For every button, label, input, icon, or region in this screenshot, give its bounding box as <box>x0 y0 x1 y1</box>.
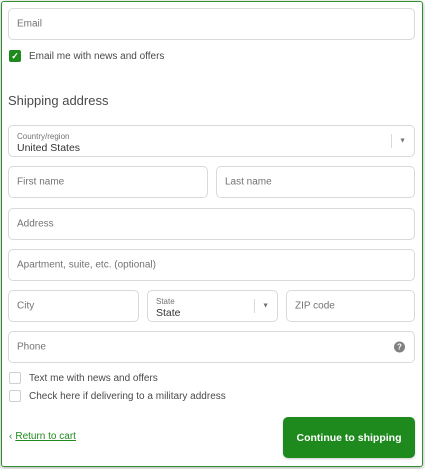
text-news-option[interactable]: Text me with news and offers <box>9 372 158 384</box>
apartment-placeholder: Apartment, suite, etc. (optional) <box>17 259 156 271</box>
email-placeholder: Email <box>17 18 43 30</box>
city-placeholder: City <box>17 300 35 312</box>
address-field[interactable]: Address <box>8 208 415 240</box>
chevron-down-icon: ▼ <box>262 302 269 310</box>
return-to-cart-link[interactable]: ‹ Return to cart <box>9 431 76 442</box>
check-icon: ✓ <box>11 50 19 61</box>
state-select[interactable]: State State ▼ <box>147 290 278 322</box>
phone-field[interactable]: Phone ? <box>8 331 415 363</box>
military-address-label: Check here if delivering to a military a… <box>29 390 226 402</box>
country-value: United States <box>17 142 81 154</box>
return-to-cart-label: Return to cart <box>15 431 76 442</box>
email-news-label: Email me with news and offers <box>29 50 165 62</box>
zip-placeholder: ZIP code <box>295 300 335 312</box>
country-select[interactable]: Country/region United States ▼ <box>8 125 415 157</box>
select-divider <box>254 299 255 313</box>
first-name-placeholder: First name <box>17 176 65 188</box>
last-name-field[interactable]: Last name <box>216 166 415 198</box>
email-news-checkbox[interactable]: ✓ <box>9 50 21 62</box>
continue-to-shipping-button[interactable]: Continue to shipping <box>283 417 415 458</box>
help-circle-icon[interactable]: ? <box>394 341 405 353</box>
text-news-checkbox[interactable] <box>9 372 21 384</box>
email-news-option[interactable]: ✓ Email me with news and offers <box>9 50 164 62</box>
country-label: Country/region <box>17 132 70 141</box>
state-value: State <box>156 307 181 319</box>
phone-placeholder: Phone <box>17 341 46 353</box>
military-address-checkbox[interactable] <box>9 390 21 402</box>
continue-button-label: Continue to shipping <box>296 431 402 444</box>
last-name-placeholder: Last name <box>225 176 272 188</box>
city-field[interactable]: City <box>8 290 139 322</box>
chevron-left-icon: ‹ <box>9 431 13 442</box>
address-placeholder: Address <box>17 218 54 230</box>
military-address-option[interactable]: Check here if delivering to a military a… <box>9 390 226 402</box>
apartment-field[interactable]: Apartment, suite, etc. (optional) <box>8 249 415 281</box>
select-divider <box>391 134 392 148</box>
first-name-field[interactable]: First name <box>8 166 208 198</box>
zip-field[interactable]: ZIP code <box>286 290 415 322</box>
state-label: State <box>156 297 175 306</box>
chevron-down-icon: ▼ <box>399 137 406 145</box>
email-field[interactable]: Email <box>8 8 415 40</box>
text-news-label: Text me with news and offers <box>29 372 158 384</box>
shipping-address-heading: Shipping address <box>8 93 109 108</box>
